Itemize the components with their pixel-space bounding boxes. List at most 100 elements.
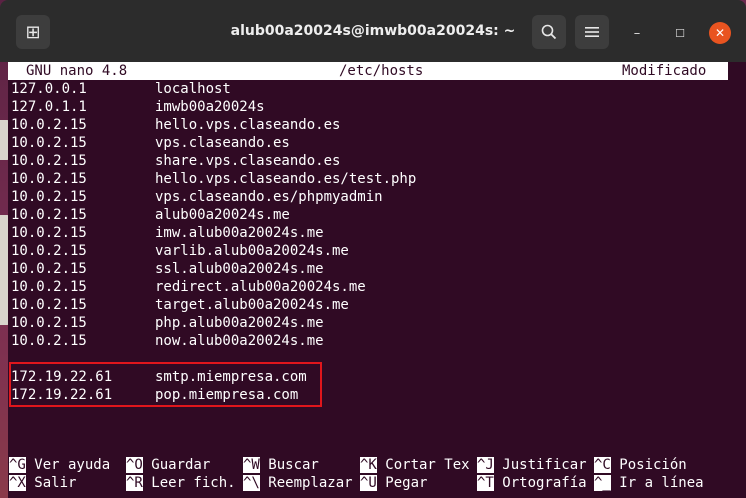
- shortcut-key: ^R: [126, 475, 143, 491]
- menu-button[interactable]: [575, 15, 609, 49]
- shortcut-item: ^T Ortografía: [477, 474, 587, 492]
- hosts-line[interactable]: 10.0.2.15 share.vps.claseando.es: [8, 152, 728, 170]
- ip-address: 10.0.2.15: [11, 207, 87, 223]
- terminal-area[interactable]: GNU nano 4.8 /etc/hosts Modificado 127.0…: [8, 62, 746, 498]
- hostname: varlib.alub00a20024s.me: [155, 243, 349, 259]
- hostname: imw.alub00a20024s.me: [155, 225, 324, 241]
- shortcut-label: Pegar: [376, 475, 428, 491]
- ip-address: 10.0.2.15: [11, 117, 87, 133]
- hosts-line[interactable]: 10.0.2.15 hello.vps.claseando.es/test.php: [8, 170, 728, 188]
- nano-header: GNU nano 4.8 /etc/hosts Modificado: [8, 62, 728, 80]
- shortcut-key: ^O: [126, 457, 143, 473]
- ip-address: 10.0.2.15: [11, 189, 87, 205]
- ip-address: 10.0.2.15: [11, 171, 87, 187]
- close-icon: ✕: [714, 26, 726, 40]
- ip-address: 10.0.2.15: [11, 333, 87, 349]
- hostname: hello.vps.claseando.es: [155, 117, 341, 133]
- shortcut-label: Buscar: [259, 457, 319, 473]
- hamburger-menu-icon: [585, 27, 599, 37]
- shortcut-label: Justificar: [493, 457, 587, 473]
- hostname: share.vps.claseando.es: [155, 153, 341, 169]
- hostname: localhost: [155, 81, 231, 97]
- hostname: now.alub00a20024s.me: [155, 333, 324, 349]
- hosts-line[interactable]: 127.0.0.1 localhost: [8, 80, 728, 98]
- shortcut-item: ^J Justificar: [477, 456, 587, 474]
- hostname: hello.vps.claseando.es/test.php: [155, 171, 417, 187]
- ip-address: 127.0.0.1: [11, 81, 87, 97]
- hostname: ssl.alub00a20024s.me: [155, 261, 324, 277]
- ip-address: 10.0.2.15: [11, 225, 87, 241]
- shortcut-key: ^W: [243, 457, 260, 473]
- maximize-icon: ☐: [675, 26, 685, 40]
- shortcut-label: Ver ayuda: [25, 457, 111, 473]
- hosts-line[interactable]: 10.0.2.15 imw.alub00a20024s.me: [8, 224, 728, 242]
- ip-address: 10.0.2.15: [11, 153, 87, 169]
- hosts-line[interactable]: 10.0.2.15 vps.claseando.es: [8, 134, 728, 152]
- titlebar: ⊞ alub00a20024s@imwb00a20024s: ~ – ☐ ✕: [0, 0, 746, 62]
- shortcut-item: ^K Cortar Tex: [360, 456, 470, 474]
- shortcut-key: ^U: [360, 475, 377, 491]
- shortcut-item: ^\ Reemplazar: [243, 474, 353, 492]
- hosts-line[interactable]: 10.0.2.15 redirect.alub00a20024s.me: [8, 278, 728, 296]
- ip-address: 10.0.2.15: [11, 297, 87, 313]
- ip-address: 10.0.2.15: [11, 243, 87, 259]
- nano-status: Modificado: [622, 63, 707, 79]
- ip-address: 10.0.2.15: [11, 315, 87, 331]
- terminal-window: ⊞ alub00a20024s@imwb00a20024s: ~ – ☐ ✕ G…: [0, 0, 746, 498]
- nano-version: GNU nano 4.8: [26, 63, 128, 79]
- hostname: vps.claseando.es: [155, 135, 290, 151]
- hostname: vps.claseando.es/phpmyadmin: [155, 189, 383, 205]
- hosts-line[interactable]: 10.0.2.15 ssl.alub00a20024s.me: [8, 260, 728, 278]
- shortcut-key: ^X: [9, 475, 26, 491]
- shortcut-item: ^O Guardar: [126, 456, 210, 474]
- close-button[interactable]: ✕: [709, 22, 731, 44]
- hosts-line[interactable]: 10.0.2.15 target.alub00a20024s.me: [8, 296, 728, 314]
- hostname: imwb00a20024s: [155, 99, 265, 115]
- shortcut-key: ^\: [243, 475, 260, 491]
- ip-address: 10.0.2.15: [11, 279, 87, 295]
- shortcut-key: ^K: [360, 457, 377, 473]
- search-icon: [541, 24, 557, 40]
- hosts-line[interactable]: 10.0.2.15 alub00a20024s.me: [8, 206, 728, 224]
- shortcut-item: ^R Leer fich.: [126, 474, 236, 492]
- hosts-line[interactable]: 127.0.1.1 imwb00a20024s: [8, 98, 728, 116]
- hosts-line[interactable]: 10.0.2.15 now.alub00a20024s.me: [8, 332, 728, 350]
- shortcut-item: ^G Ver ayuda: [9, 456, 110, 474]
- shortcut-label: Guardar: [142, 457, 211, 473]
- hosts-line[interactable]: 10.0.2.15 php.alub00a20024s.me: [8, 314, 728, 332]
- minimize-button[interactable]: –: [626, 22, 648, 44]
- hosts-line[interactable]: 10.0.2.15 varlib.alub00a20024s.me: [8, 242, 728, 260]
- shortcut-item: ^W Buscar: [243, 456, 319, 474]
- shortcut-label: Cortar Tex: [376, 457, 470, 473]
- shortcut-key: ^G: [9, 457, 26, 473]
- hostname: target.alub00a20024s.me: [155, 297, 349, 313]
- hostname: php.alub00a20024s.me: [155, 315, 324, 331]
- shortcut-key: ^T: [477, 475, 494, 491]
- hosts-line[interactable]: 10.0.2.15 vps.claseando.es/phpmyadmin: [8, 188, 728, 206]
- maximize-button[interactable]: ☐: [669, 22, 691, 44]
- shortcut-label: Salir: [25, 475, 77, 491]
- terminal-edge: [738, 62, 746, 498]
- ip-address: 127.0.1.1: [11, 99, 87, 115]
- nano-filename: /etc/hosts: [339, 63, 424, 79]
- shortcut-label: Ir a línea: [610, 475, 704, 491]
- ip-address: 10.0.2.15: [11, 135, 87, 151]
- shortcut-key: ^C: [594, 457, 611, 473]
- hostname: redirect.alub00a20024s.me: [155, 279, 366, 295]
- hostname: alub00a20024s.me: [155, 207, 290, 223]
- shortcut-label: Leer fich.: [142, 475, 236, 491]
- shortcut-label: Ortografía: [493, 475, 587, 491]
- search-button[interactable]: [532, 15, 566, 49]
- minimize-icon: –: [633, 25, 641, 41]
- shortcut-item: ^_ Ir a línea: [594, 474, 704, 492]
- shortcut-item: ^X Salir: [9, 474, 76, 492]
- shortcut-item: ^C Posición: [594, 456, 687, 474]
- hosts-line[interactable]: 10.0.2.15 hello.vps.claseando.es: [8, 116, 728, 134]
- ip-address: 10.0.2.15: [11, 261, 87, 277]
- highlight-box: [9, 362, 322, 407]
- shortcut-key: ^J: [477, 457, 494, 473]
- shortcut-label: Reemplazar: [259, 475, 353, 491]
- shortcut-key: ^_: [594, 475, 611, 491]
- shortcut-item: ^U Pegar: [360, 474, 427, 492]
- shortcut-label: Posición: [610, 457, 687, 473]
